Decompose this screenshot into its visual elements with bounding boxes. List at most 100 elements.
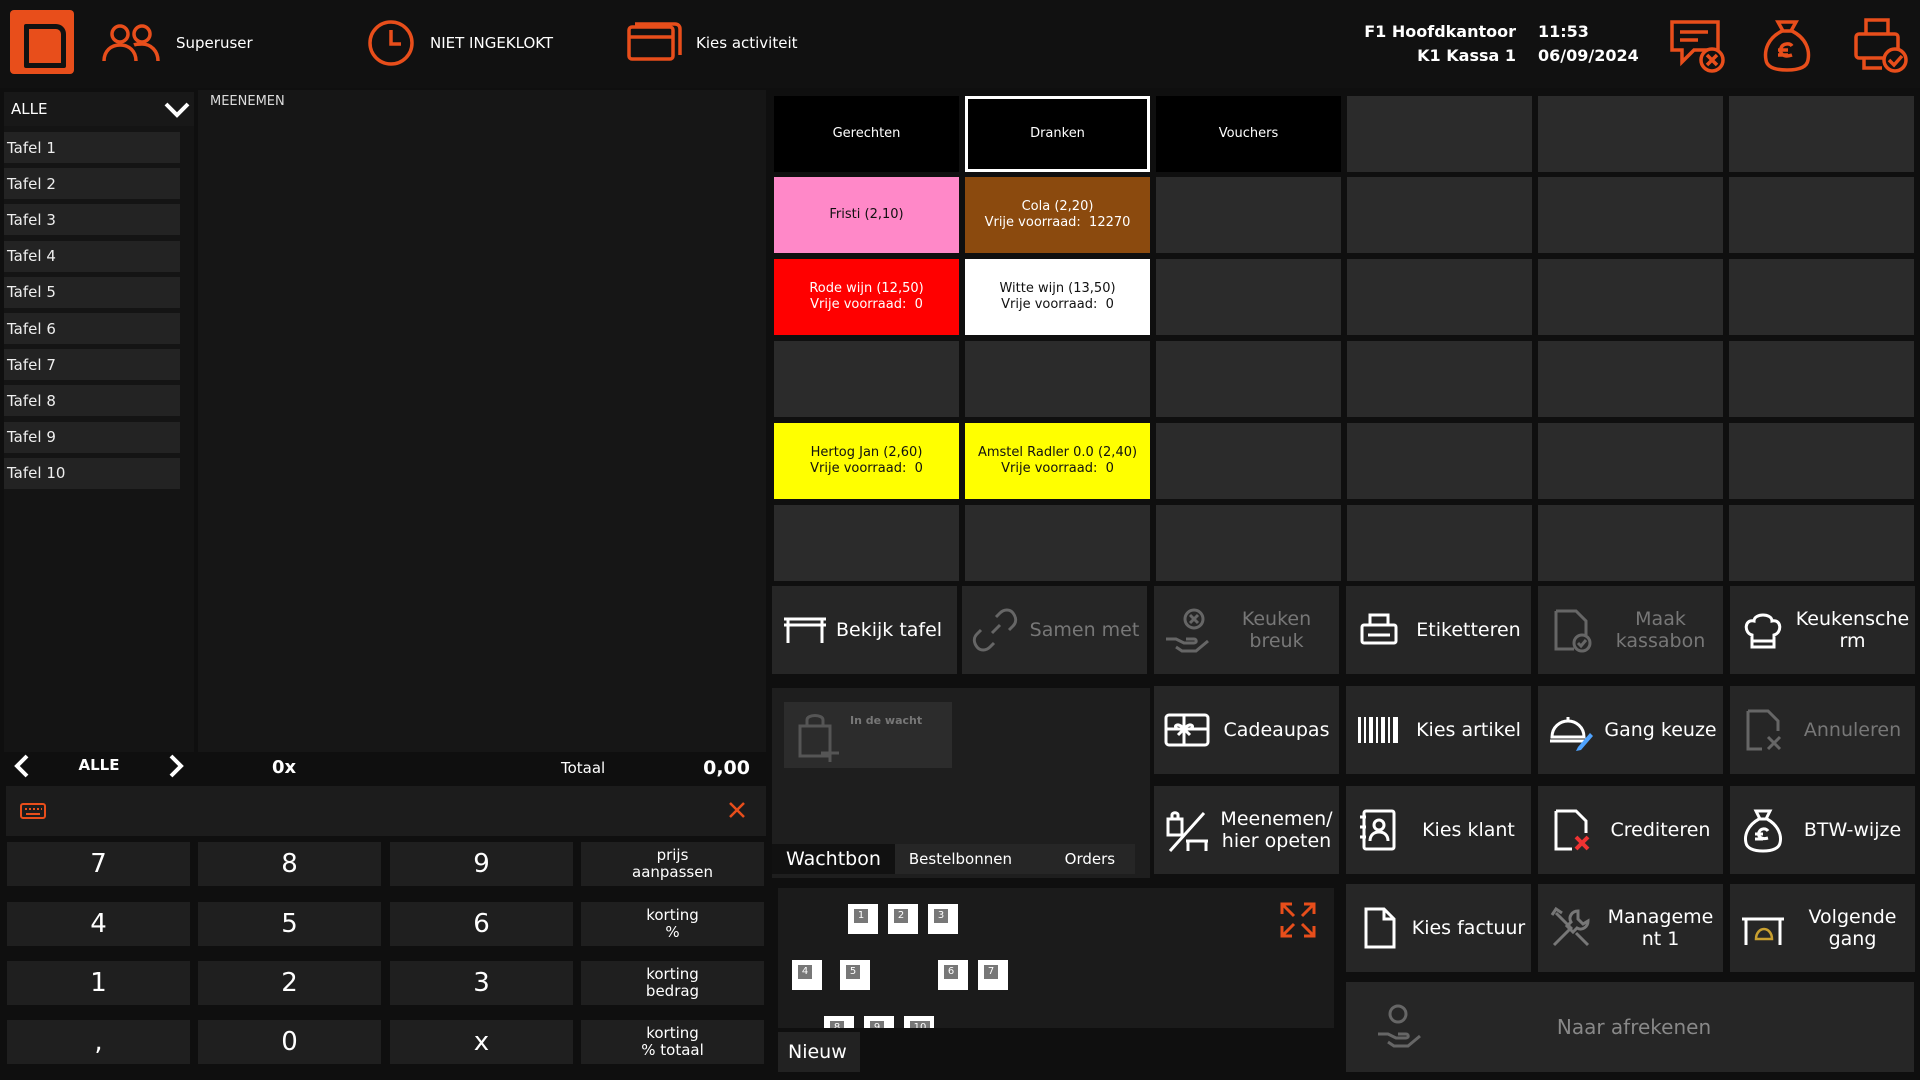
keypad-key[interactable]: 5 (198, 902, 381, 946)
floor-table[interactable]: 1 (848, 904, 878, 934)
floor-table[interactable]: 5 (840, 960, 870, 990)
clear-icon[interactable] (728, 801, 746, 819)
keypad-key[interactable]: , (7, 1020, 190, 1064)
category-tab[interactable]: Dranken (965, 96, 1150, 172)
product-button[interactable]: Cola (2,20) Vrije voorraad: 12270 (965, 177, 1150, 253)
choose-article-button[interactable]: Kies artikel (1346, 686, 1531, 774)
labels-button[interactable]: Etiketteren (1346, 586, 1531, 674)
keypad-function-key[interactable]: korting bedrag (581, 961, 764, 1005)
chevron-right-icon[interactable] (166, 754, 186, 778)
choose-customer-button[interactable]: Kies klant (1346, 786, 1531, 874)
empty-grid-cell[interactable] (1347, 177, 1532, 253)
keypad-function-key[interactable]: korting % (581, 902, 764, 946)
empty-grid-cell[interactable] (774, 505, 959, 581)
keypad-input[interactable] (6, 786, 766, 836)
activity-button[interactable]: Kies activiteit (626, 18, 798, 68)
empty-grid-cell[interactable] (1156, 177, 1341, 253)
empty-grid-cell[interactable] (965, 505, 1150, 581)
empty-grid-cell[interactable] (774, 341, 959, 417)
floor-table[interactable]: 4 (792, 960, 822, 990)
keypad-key[interactable]: 1 (7, 961, 190, 1005)
empty-grid-cell[interactable] (1156, 505, 1341, 581)
new-button[interactable]: Nieuw (778, 1032, 860, 1072)
table-list-item[interactable]: Tafel 2 (4, 168, 180, 200)
clock-in-button[interactable]: NIET INGEKLOKT (366, 18, 553, 68)
floor-table[interactable]: 9 (864, 1016, 894, 1028)
product-button[interactable]: Amstel Radler 0.0 (2,40) Vrije voorraad: … (965, 423, 1150, 499)
make-receipt-button[interactable]: Maak kassabon (1538, 586, 1723, 674)
keypad-key[interactable]: 8 (198, 842, 381, 886)
empty-grid-cell[interactable] (1156, 259, 1341, 335)
empty-grid-cell[interactable] (1538, 96, 1723, 172)
credit-button[interactable]: Crediteren (1538, 786, 1723, 874)
empty-grid-cell[interactable] (1538, 259, 1723, 335)
empty-grid-cell[interactable] (1347, 96, 1532, 172)
keyboard-icon[interactable] (20, 802, 46, 820)
keypad-key[interactable]: 7 (7, 842, 190, 886)
table-list-item[interactable]: Tafel 4 (4, 240, 180, 272)
kitchen-breakage-button[interactable]: Keuken breuk (1154, 586, 1339, 674)
kitchen-screen-button[interactable]: Keukensche rm (1730, 586, 1915, 674)
empty-grid-cell[interactable] (1538, 177, 1723, 253)
floor-table[interactable]: 7 (978, 960, 1008, 990)
empty-grid-cell[interactable] (1729, 177, 1914, 253)
table-list-item[interactable]: Tafel 5 (4, 276, 180, 308)
order-tab[interactable]: Bestelbonnen (894, 844, 1045, 874)
empty-grid-cell[interactable] (1347, 423, 1532, 499)
app-logo[interactable] (10, 10, 74, 74)
next-course-button[interactable]: Volgende gang (1730, 884, 1915, 972)
empty-grid-cell[interactable] (1347, 259, 1532, 335)
table-list-item[interactable]: Tafel 6 (4, 313, 180, 344)
empty-grid-cell[interactable] (1156, 341, 1341, 417)
course-choice-button[interactable]: Gang keuze (1538, 686, 1723, 774)
keypad-key[interactable]: 3 (390, 961, 573, 1005)
keypad-key[interactable]: 9 (390, 842, 573, 886)
empty-grid-cell[interactable] (1729, 96, 1914, 172)
table-list-item[interactable]: Tafel 8 (4, 385, 180, 417)
keypad-function-key[interactable]: korting % totaal (581, 1020, 764, 1064)
order-tab[interactable]: Orders (1044, 844, 1135, 874)
table-filter-dropdown[interactable]: ALLE (4, 92, 194, 126)
vat-mode-button[interactable]: BTW-wijze (1730, 786, 1915, 874)
category-tab[interactable]: Vouchers (1156, 96, 1341, 172)
management-button[interactable]: Manageme nt 1 (1538, 884, 1723, 972)
table-list-item[interactable]: Tafel 3 (4, 204, 180, 236)
choose-invoice-button[interactable]: Kies factuur (1346, 884, 1531, 972)
floor-table[interactable]: 6 (938, 960, 968, 990)
keypad-key[interactable]: 0 (198, 1020, 381, 1064)
empty-grid-cell[interactable] (1729, 259, 1914, 335)
floor-table[interactable]: 8 (824, 1016, 854, 1028)
table-list-item[interactable]: Tafel 7 (4, 349, 180, 381)
money-bag-icon[interactable] (1758, 16, 1816, 74)
empty-grid-cell[interactable] (1538, 423, 1723, 499)
user-button[interactable]: Superuser (100, 18, 253, 68)
empty-grid-cell[interactable] (1538, 505, 1723, 581)
keypad-key[interactable]: 4 (7, 902, 190, 946)
empty-grid-cell[interactable] (1347, 341, 1532, 417)
category-tab[interactable]: Gerechten (774, 96, 959, 172)
expand-icon[interactable] (1278, 900, 1318, 940)
floor-table[interactable]: 2 (888, 904, 918, 934)
empty-grid-cell[interactable] (965, 341, 1150, 417)
chevron-left-icon[interactable] (12, 754, 32, 778)
view-table-button[interactable]: Bekijk tafel (772, 586, 957, 674)
product-button[interactable]: Hertog Jan (2,60) Vrije voorraad: 0 (774, 423, 959, 499)
empty-grid-cell[interactable] (1347, 505, 1532, 581)
floor-table[interactable]: 10 (904, 1016, 934, 1028)
empty-grid-cell[interactable] (1729, 505, 1914, 581)
empty-grid-cell[interactable] (1729, 423, 1914, 499)
checkout-button[interactable]: Naar afrekenen (1346, 982, 1914, 1072)
keypad-key[interactable]: x (390, 1020, 573, 1064)
merge-with-button[interactable]: Samen met (962, 586, 1147, 674)
keypad-function-key[interactable]: prijs aanpassen (581, 842, 764, 886)
keypad-key[interactable]: 6 (390, 902, 573, 946)
floor-table[interactable]: 3 (928, 904, 958, 934)
empty-grid-cell[interactable] (1538, 341, 1723, 417)
table-list-item[interactable]: Tafel 1 (4, 132, 180, 163)
gift-card-button[interactable]: Cadeaupas (1154, 686, 1339, 774)
table-list-item[interactable]: Tafel 10 (4, 457, 180, 489)
product-button[interactable]: Rode wijn (12,50) Vrije voorraad: 0 (774, 259, 959, 335)
keypad-key[interactable]: 2 (198, 961, 381, 1005)
on-hold-button[interactable]: In de wacht (784, 702, 952, 768)
message-cancel-icon[interactable] (1668, 16, 1726, 74)
